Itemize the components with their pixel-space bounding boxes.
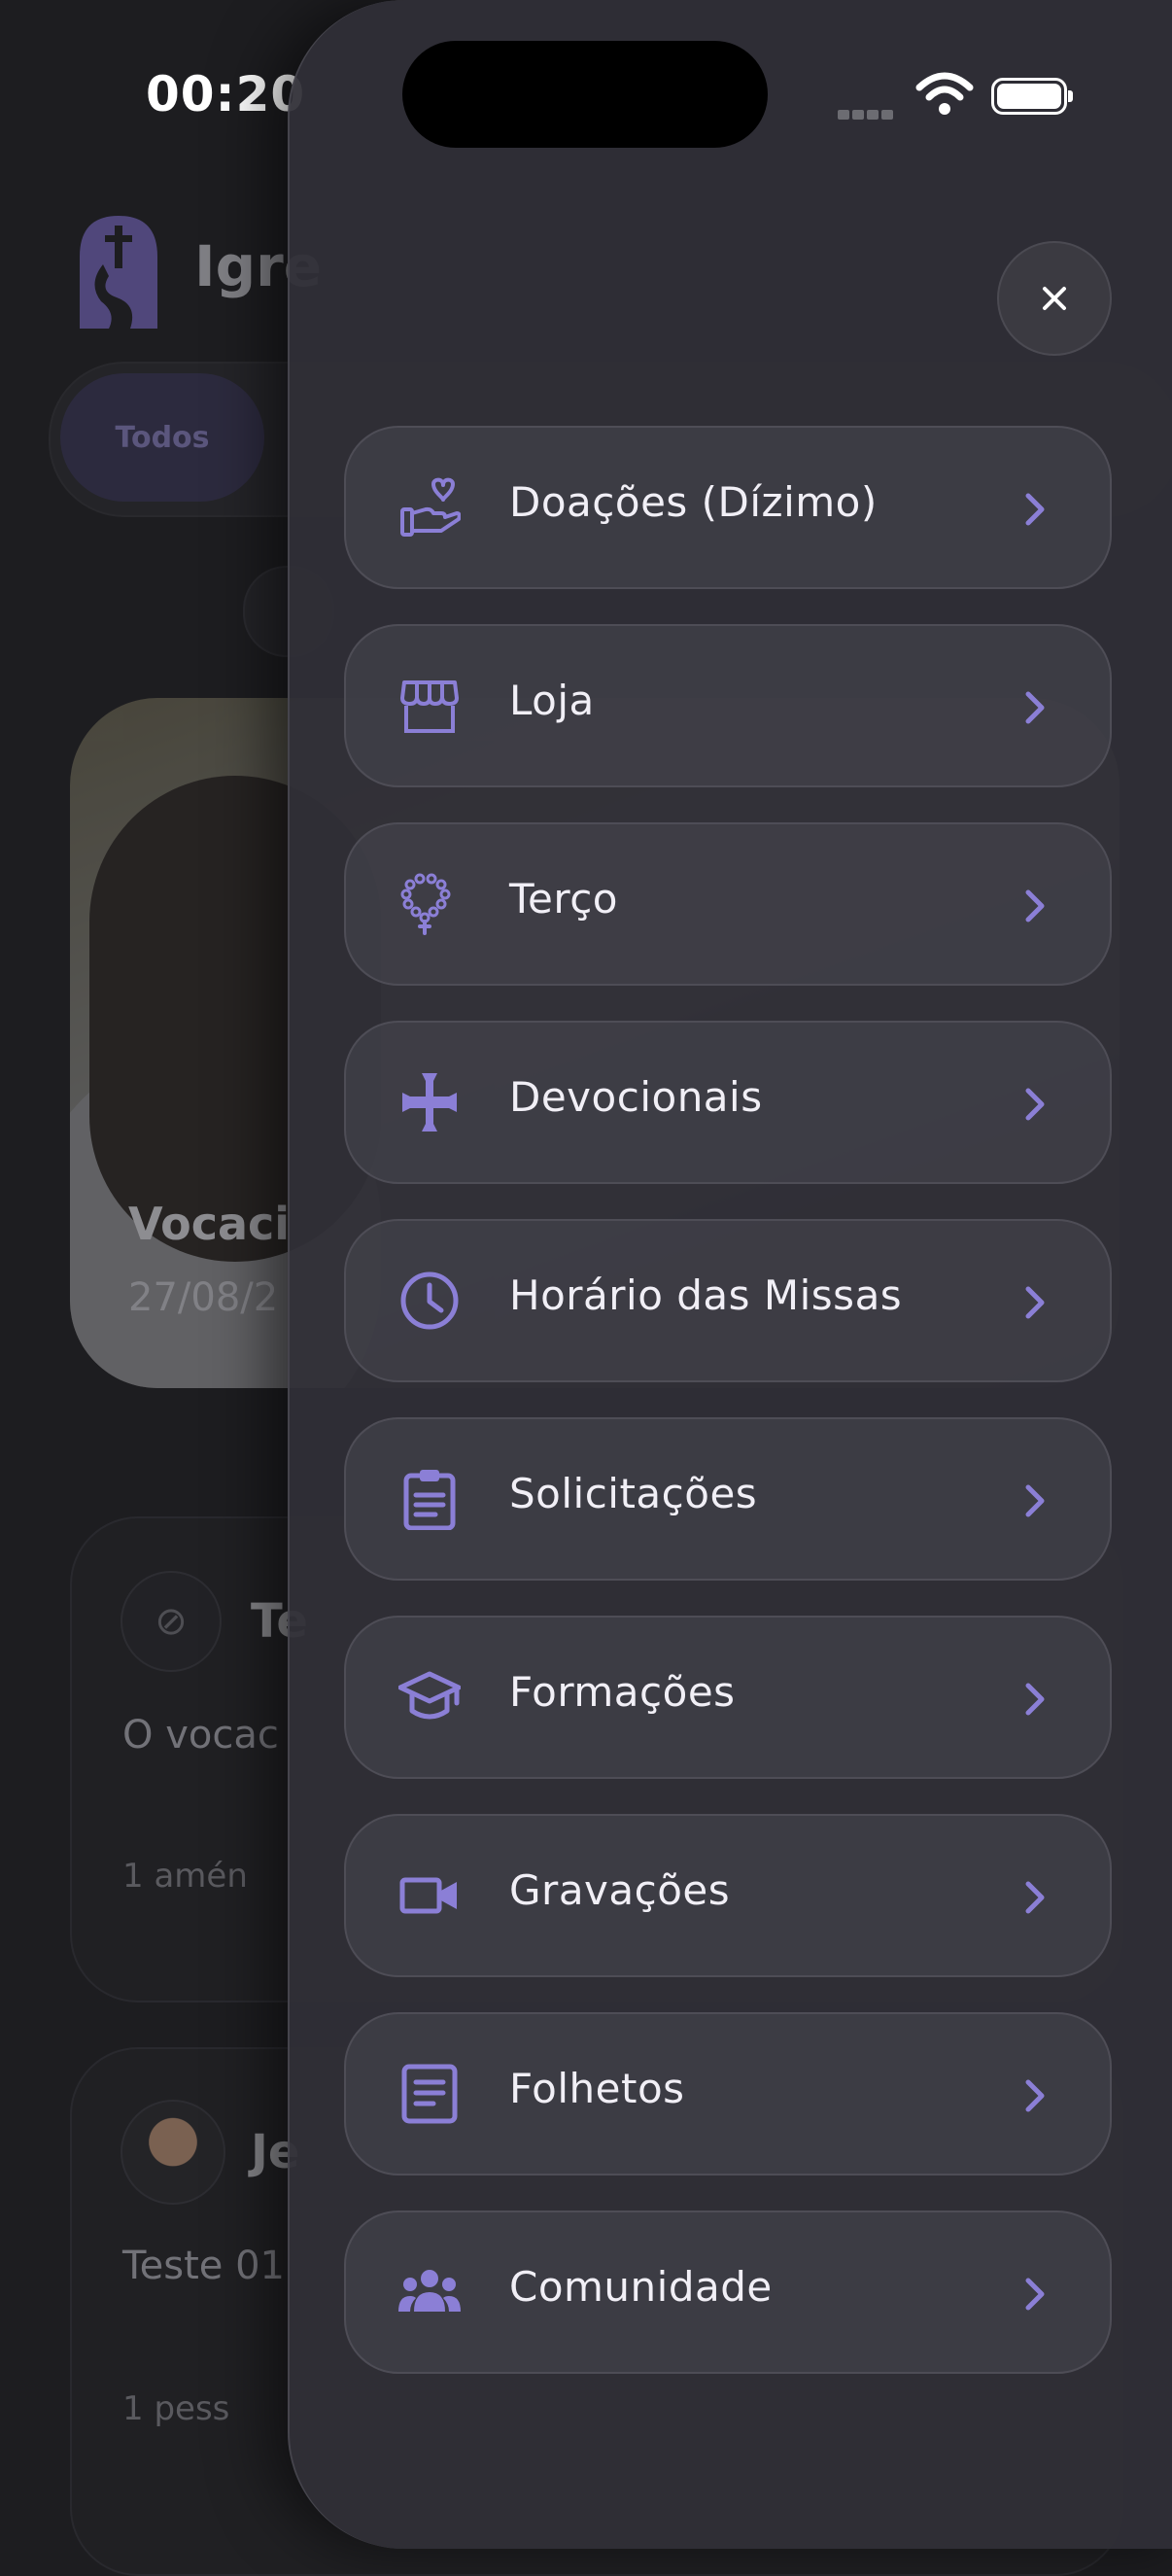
featured-date: 27/08/2 bbox=[128, 1275, 279, 1320]
chevron-right-icon bbox=[1025, 1881, 1045, 1914]
menu-label: Solicitações bbox=[509, 1470, 758, 1517]
menu-item-loja[interactable]: Loja bbox=[344, 624, 1112, 787]
featured-title: Vocaci bbox=[128, 1198, 291, 1250]
post-meta: 1 amén bbox=[122, 1857, 248, 1896]
signal-icon bbox=[838, 105, 896, 123]
avatar-placeholder-icon: ⊘ bbox=[121, 1571, 222, 1672]
store-icon bbox=[400, 680, 459, 733]
chevron-right-icon bbox=[1025, 1484, 1045, 1517]
clipboard-icon bbox=[403, 1470, 456, 1530]
close-icon bbox=[1043, 287, 1066, 310]
menu-label: Loja bbox=[509, 677, 595, 724]
menu-item-folhetos[interactable]: Folhetos bbox=[344, 2012, 1112, 2176]
chevron-right-icon bbox=[1025, 493, 1045, 526]
hand-heart-icon bbox=[400, 477, 461, 537]
cross-icon bbox=[402, 1073, 457, 1131]
chevron-right-icon bbox=[1025, 2278, 1045, 2311]
post-meta: 1 pess bbox=[122, 2389, 230, 2428]
status-icons bbox=[838, 72, 1073, 123]
menu-label: Devocionais bbox=[509, 1073, 763, 1121]
menu-label: Horário das Missas bbox=[509, 1271, 903, 1319]
battery-icon bbox=[991, 78, 1073, 115]
menu-item-solicitacoes[interactable]: Solicitações bbox=[344, 1417, 1112, 1581]
filter-chip-todos[interactable]: Todos bbox=[60, 373, 264, 502]
menu-item-formacoes[interactable]: Formações bbox=[344, 1616, 1112, 1779]
rosary-icon bbox=[400, 873, 451, 935]
chevron-right-icon bbox=[1025, 2079, 1045, 2112]
close-button[interactable] bbox=[997, 241, 1112, 356]
menu-item-gravacoes[interactable]: Gravações bbox=[344, 1814, 1112, 1977]
menu-item-terco[interactable]: Terço bbox=[344, 822, 1112, 986]
status-time: 00:20 bbox=[146, 66, 306, 122]
chevron-right-icon bbox=[1025, 1286, 1045, 1319]
menu-item-comunidade[interactable]: Comunidade bbox=[344, 2210, 1112, 2374]
menu-label: Gravações bbox=[509, 1866, 731, 1914]
post-text: Teste 01 bbox=[122, 2244, 285, 2288]
menu-label: Folhetos bbox=[509, 2065, 685, 2112]
video-camera-icon bbox=[399, 1877, 457, 1914]
avatar bbox=[121, 2100, 225, 2205]
menu-item-doacoes[interactable]: Doações (Dízimo) bbox=[344, 426, 1112, 589]
church-logo-icon bbox=[80, 216, 157, 329]
chevron-right-icon bbox=[1025, 1088, 1045, 1121]
chevron-right-icon bbox=[1025, 691, 1045, 724]
menu-label: Comunidade bbox=[509, 2263, 773, 2311]
chevron-right-icon bbox=[1025, 1683, 1045, 1716]
chevron-right-icon bbox=[1025, 889, 1045, 922]
wifi-icon bbox=[915, 72, 974, 115]
document-icon bbox=[401, 2064, 458, 2124]
menu-label: Formações bbox=[509, 1668, 736, 1716]
drawer-menu: Doações (Dízimo) Loja Terço Devocionais … bbox=[344, 426, 1112, 2409]
menu-label: Terço bbox=[509, 875, 618, 922]
dynamic-island bbox=[402, 41, 768, 148]
menu-item-devocionais[interactable]: Devocionais bbox=[344, 1021, 1112, 1184]
clock-icon bbox=[400, 1271, 459, 1330]
post-text: O vocac bbox=[122, 1713, 279, 1758]
graduation-cap-icon bbox=[398, 1671, 461, 1720]
community-icon bbox=[398, 2270, 461, 2312]
menu-label: Doações (Dízimo) bbox=[509, 478, 878, 526]
menu-item-horario-missas[interactable]: Horário das Missas bbox=[344, 1219, 1112, 1382]
